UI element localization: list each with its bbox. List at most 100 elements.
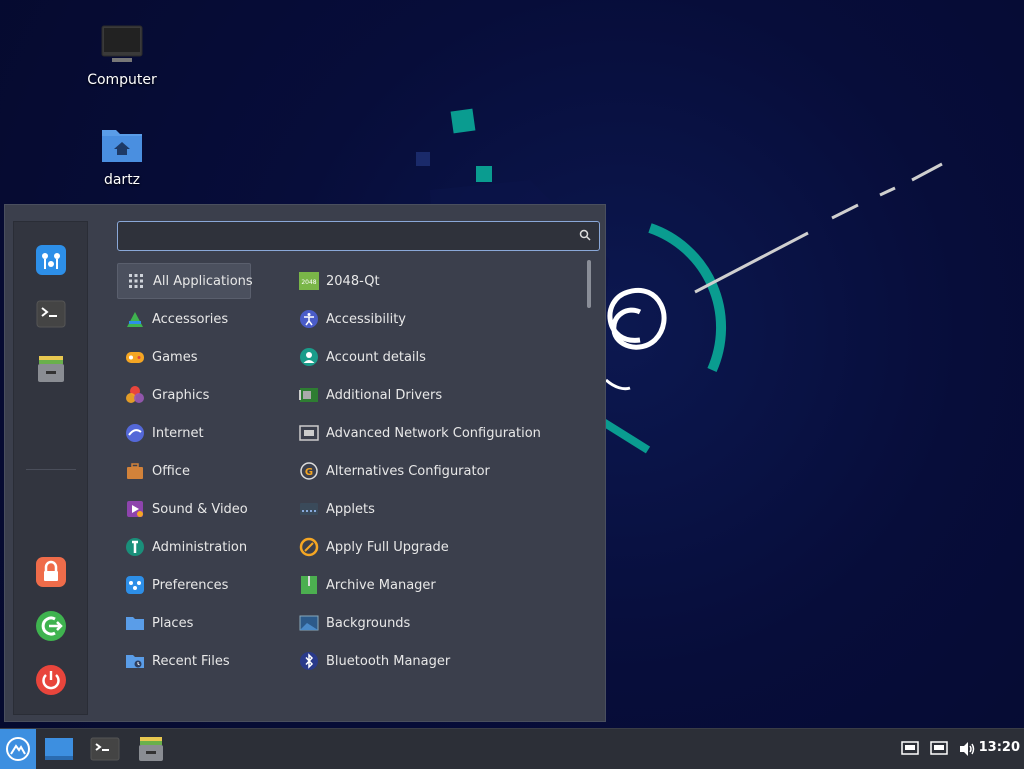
category-games[interactable]: Games [117, 339, 251, 375]
category-places[interactable]: Places [117, 605, 251, 641]
category-label: Places [152, 615, 194, 631]
category-label: Administration [152, 539, 248, 555]
category-label: All Applications [153, 273, 253, 289]
category-accessories[interactable]: Accessories [117, 301, 251, 337]
favorite-terminal[interactable] [35, 298, 67, 330]
app-label: Alternatives Configurator [326, 463, 490, 479]
graphics-icon [125, 385, 145, 405]
session-power[interactable] [35, 664, 67, 696]
session-logout[interactable] [35, 610, 67, 642]
menu-icon [6, 737, 30, 761]
category-preferences[interactable]: Preferences [117, 567, 251, 603]
category-administration[interactable]: Administration [117, 529, 251, 565]
accessibility-icon [299, 309, 319, 329]
application-menu: All Applications Accessories Games Graph… [4, 204, 606, 722]
tray-volume[interactable] [956, 729, 980, 769]
grid-icon [126, 271, 146, 291]
favorite-files[interactable] [35, 352, 67, 384]
app-additional-drivers[interactable]: Additional Drivers [295, 377, 585, 413]
file-manager-icon [38, 356, 64, 382]
app-applets[interactable]: Applets [295, 491, 585, 527]
category-label: Preferences [152, 577, 229, 593]
briefcase-icon [125, 461, 145, 481]
category-office[interactable]: Office [117, 453, 251, 489]
category-label: Sound & Video [152, 501, 248, 517]
desktop-icon-computer[interactable]: Computer [77, 24, 167, 88]
search-box[interactable] [117, 221, 600, 251]
app-archive-manager[interactable]: Archive Manager [295, 567, 585, 603]
category-label: Games [152, 349, 198, 365]
category-sound-video[interactable]: Sound & Video [117, 491, 251, 527]
app-bluetooth-manager[interactable]: Bluetooth Manager [295, 643, 585, 679]
network-icon [299, 423, 319, 443]
file-manager-icon [139, 737, 163, 761]
menu-button[interactable] [0, 729, 36, 769]
app-label: Accessibility [326, 311, 406, 327]
app-label: Advanced Network Configuration [326, 425, 541, 441]
lock-icon [36, 557, 66, 587]
terminal-icon [36, 300, 66, 328]
app-label: Apply Full Upgrade [326, 539, 449, 555]
accessories-icon [125, 309, 145, 329]
app-apply-full-upgrade[interactable]: Apply Full Upgrade [295, 529, 585, 565]
power-icon [36, 665, 66, 695]
app-label: Archive Manager [326, 577, 436, 593]
app-label: Account details [326, 349, 426, 365]
favorite-settings[interactable] [35, 244, 67, 276]
app-backgrounds[interactable]: Backgrounds [295, 605, 585, 641]
app-label: Backgrounds [326, 615, 411, 631]
volume-icon [960, 742, 975, 756]
alternatives-icon: G [299, 461, 319, 481]
show-desktop-icon [45, 738, 73, 760]
folder-icon [125, 613, 145, 633]
network-wired-icon [901, 741, 919, 755]
preferences-icon [125, 575, 145, 595]
svg-text:G: G [305, 467, 313, 478]
session-lock[interactable] [35, 556, 67, 588]
category-recent-files[interactable]: Recent Files [117, 643, 251, 679]
app-list-scrollbar[interactable] [587, 260, 591, 308]
settings-icon [36, 245, 66, 275]
app-advanced-network-configuration[interactable]: Advanced Network Configuration [295, 415, 585, 451]
category-label: Office [152, 463, 190, 479]
category-label: Internet [152, 425, 204, 441]
bluetooth-icon [299, 651, 319, 671]
app-accessibility[interactable]: Accessibility [295, 301, 585, 337]
app-alternatives-configurator[interactable]: G Alternatives Configurator [295, 453, 585, 489]
terminal-launcher[interactable] [86, 729, 124, 769]
applets-icon [299, 499, 319, 519]
tray-network-1[interactable] [898, 729, 922, 769]
app-account-details[interactable]: Account details [295, 339, 585, 375]
logout-icon [36, 611, 66, 641]
desktop-icon-label: Computer [87, 72, 157, 88]
app-label: 2048-Qt [326, 273, 380, 289]
backgrounds-icon [299, 613, 319, 633]
account-icon [299, 347, 319, 367]
category-all-applications[interactable]: All Applications [117, 263, 253, 299]
app-label: Bluetooth Manager [326, 653, 451, 669]
panel-clock[interactable]: 13:20 [979, 740, 1020, 755]
show-desktop-launcher[interactable] [40, 729, 78, 769]
upgrade-icon [299, 537, 319, 557]
internet-icon [125, 423, 145, 443]
category-graphics[interactable]: Graphics [117, 377, 251, 413]
network-wired-icon [930, 741, 948, 755]
drivers-icon [299, 385, 319, 405]
bottom-panel: 13:20 [0, 728, 1024, 769]
favorites-sidebar [13, 221, 88, 715]
app-label: Applets [326, 501, 375, 517]
files-launcher[interactable] [132, 729, 170, 769]
category-internet[interactable]: Internet [117, 415, 251, 451]
archive-icon [299, 575, 319, 595]
multimedia-icon [125, 499, 145, 519]
svg-text:2048: 2048 [301, 279, 316, 286]
search-input[interactable] [124, 225, 568, 249]
recent-folder-icon [125, 651, 145, 671]
desktop-icon-home[interactable]: dartz [77, 124, 167, 188]
wrench-icon [125, 537, 145, 557]
app-2048-qt[interactable]: 2048 2048-Qt [295, 263, 585, 299]
category-label: Recent Files [152, 653, 230, 669]
monitor-icon [101, 25, 143, 62]
favorites-divider [26, 469, 76, 470]
tray-network-2[interactable] [927, 729, 951, 769]
